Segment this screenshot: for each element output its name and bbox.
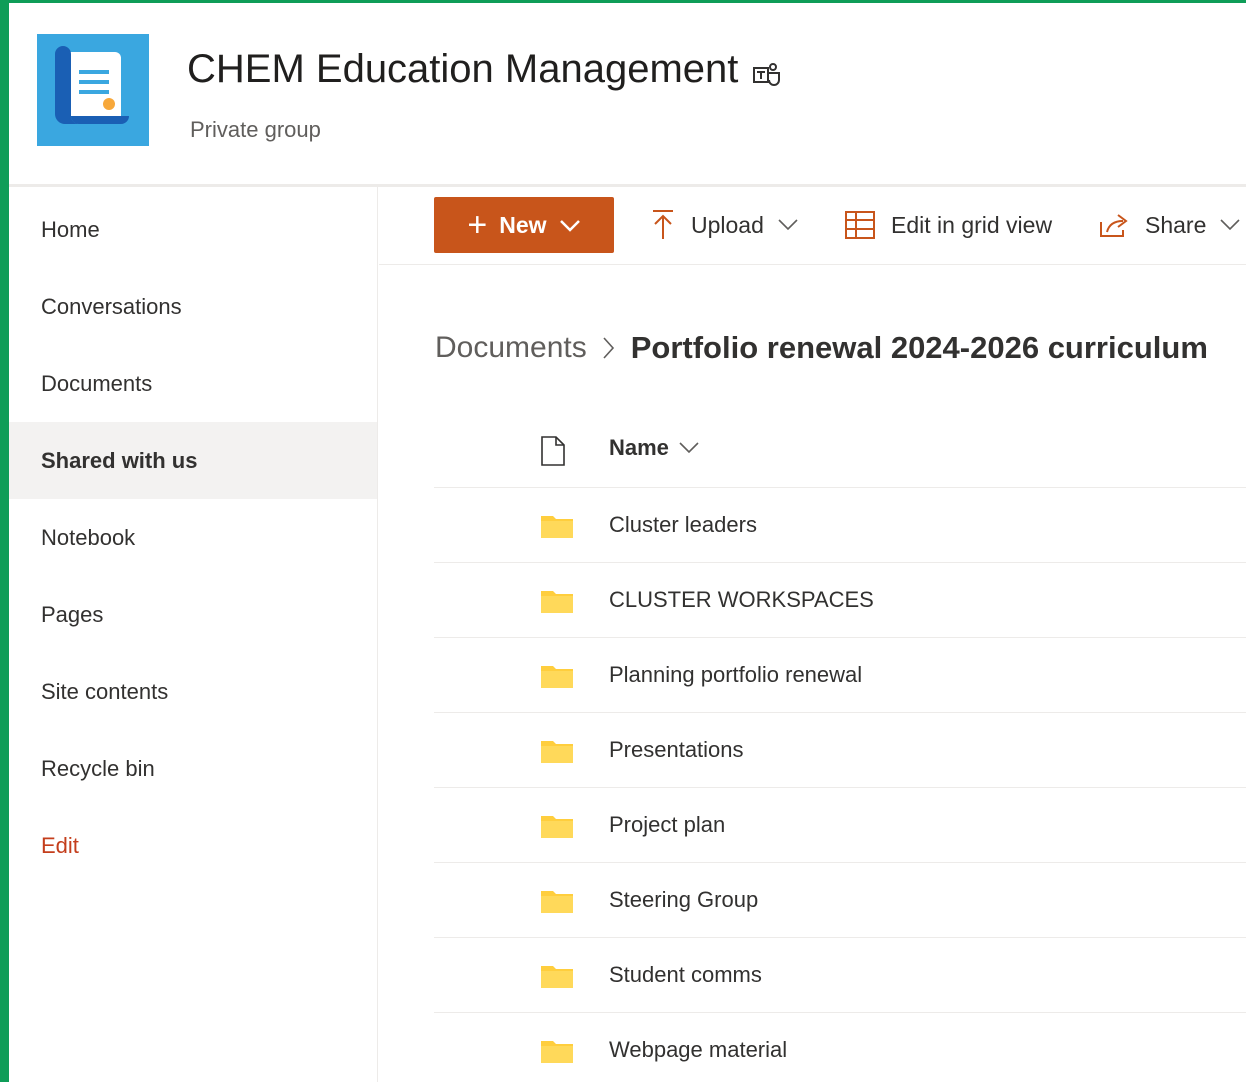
scroll-document-icon — [55, 46, 129, 124]
chevron-down-icon — [559, 212, 581, 239]
nav-item-conversations[interactable]: Conversations — [9, 268, 377, 345]
site-logo[interactable] — [37, 34, 149, 146]
list-item[interactable]: Planning portfolio renewal — [434, 638, 1246, 713]
nav-edit-link[interactable]: Edit — [9, 807, 377, 884]
new-button-label: New — [499, 211, 547, 238]
folder-icon — [540, 513, 574, 544]
site-title: CHEM Education Management — [187, 47, 782, 92]
file-list: Name Cluster leaders CLUSTER WORKSPACES … — [434, 413, 1246, 1082]
folder-name[interactable]: Planning portfolio renewal — [609, 662, 862, 688]
folder-icon — [540, 963, 574, 994]
folder-name[interactable]: Cluster leaders — [609, 512, 757, 538]
site-title-text: CHEM Education Management — [187, 47, 739, 91]
upload-button[interactable]: Upload — [651, 197, 798, 253]
left-nav: Home Conversations Documents Shared with… — [9, 187, 378, 1082]
chevron-down-icon — [778, 219, 798, 231]
folder-name[interactable]: CLUSTER WORKSPACES — [609, 587, 874, 613]
folder-icon — [540, 738, 574, 769]
folder-name[interactable]: Student comms — [609, 962, 762, 988]
teams-icon[interactable] — [752, 55, 782, 86]
command-bar: + New Upload Edit in grid view Share — [379, 187, 1246, 265]
nav-item-site-contents[interactable]: Site contents — [9, 653, 377, 730]
list-item[interactable]: Presentations — [434, 713, 1246, 788]
folder-name[interactable]: Presentations — [609, 737, 744, 763]
nav-item-pages[interactable]: Pages — [9, 576, 377, 653]
nav-item-home[interactable]: Home — [9, 191, 377, 268]
new-button[interactable]: + New — [434, 197, 614, 253]
list-item[interactable]: Project plan — [434, 788, 1246, 863]
list-item[interactable]: Cluster leaders — [434, 488, 1246, 563]
file-type-icon[interactable] — [540, 435, 566, 472]
list-item[interactable]: Student comms — [434, 938, 1246, 1013]
chevron-down-icon — [679, 442, 699, 454]
breadcrumb: Documents Portfolio renewal 2024-2026 cu… — [435, 330, 1208, 366]
upload-icon — [651, 209, 675, 241]
breadcrumb-documents[interactable]: Documents — [435, 331, 587, 365]
site-subtitle: Private group — [190, 117, 321, 142]
name-column-label: Name — [609, 435, 669, 460]
share-button[interactable]: Share — [1099, 197, 1240, 253]
folder-icon — [540, 1038, 574, 1069]
folder-name[interactable]: Project plan — [609, 812, 725, 838]
nav-item-shared-with-us[interactable]: Shared with us — [9, 422, 377, 499]
chevron-right-icon — [603, 337, 615, 359]
list-header: Name — [434, 413, 1246, 488]
folder-icon — [540, 663, 574, 694]
site-header: CHEM Education Management Private group — [9, 3, 1246, 185]
nav-item-notebook[interactable]: Notebook — [9, 499, 377, 576]
folder-icon — [540, 813, 574, 844]
nav-item-documents[interactable]: Documents — [9, 345, 377, 422]
nav-item-recycle-bin[interactable]: Recycle bin — [9, 730, 377, 807]
breadcrumb-current-folder: Portfolio renewal 2024-2026 curriculum — [630, 330, 1208, 365]
list-item[interactable]: CLUSTER WORKSPACES — [434, 563, 1246, 638]
share-label: Share — [1145, 211, 1207, 238]
plus-icon: + — [467, 206, 488, 244]
list-item[interactable]: Steering Group — [434, 863, 1246, 938]
app-frame: CHEM Education Management Private group … — [9, 3, 1246, 1082]
folder-icon — [540, 588, 574, 619]
list-item[interactable]: Webpage material — [434, 1013, 1246, 1082]
edit-in-grid-view-button[interactable]: Edit in grid view — [845, 197, 1052, 253]
folder-name[interactable]: Webpage material — [609, 1037, 787, 1063]
share-icon — [1099, 212, 1129, 238]
grid-icon — [845, 211, 875, 239]
upload-label: Upload — [691, 211, 764, 238]
chevron-down-icon — [1220, 219, 1240, 231]
folder-icon — [540, 888, 574, 919]
folder-name[interactable]: Steering Group — [609, 887, 758, 913]
name-column-header[interactable]: Name — [609, 435, 699, 461]
edit-in-grid-view-label: Edit in grid view — [891, 211, 1053, 238]
